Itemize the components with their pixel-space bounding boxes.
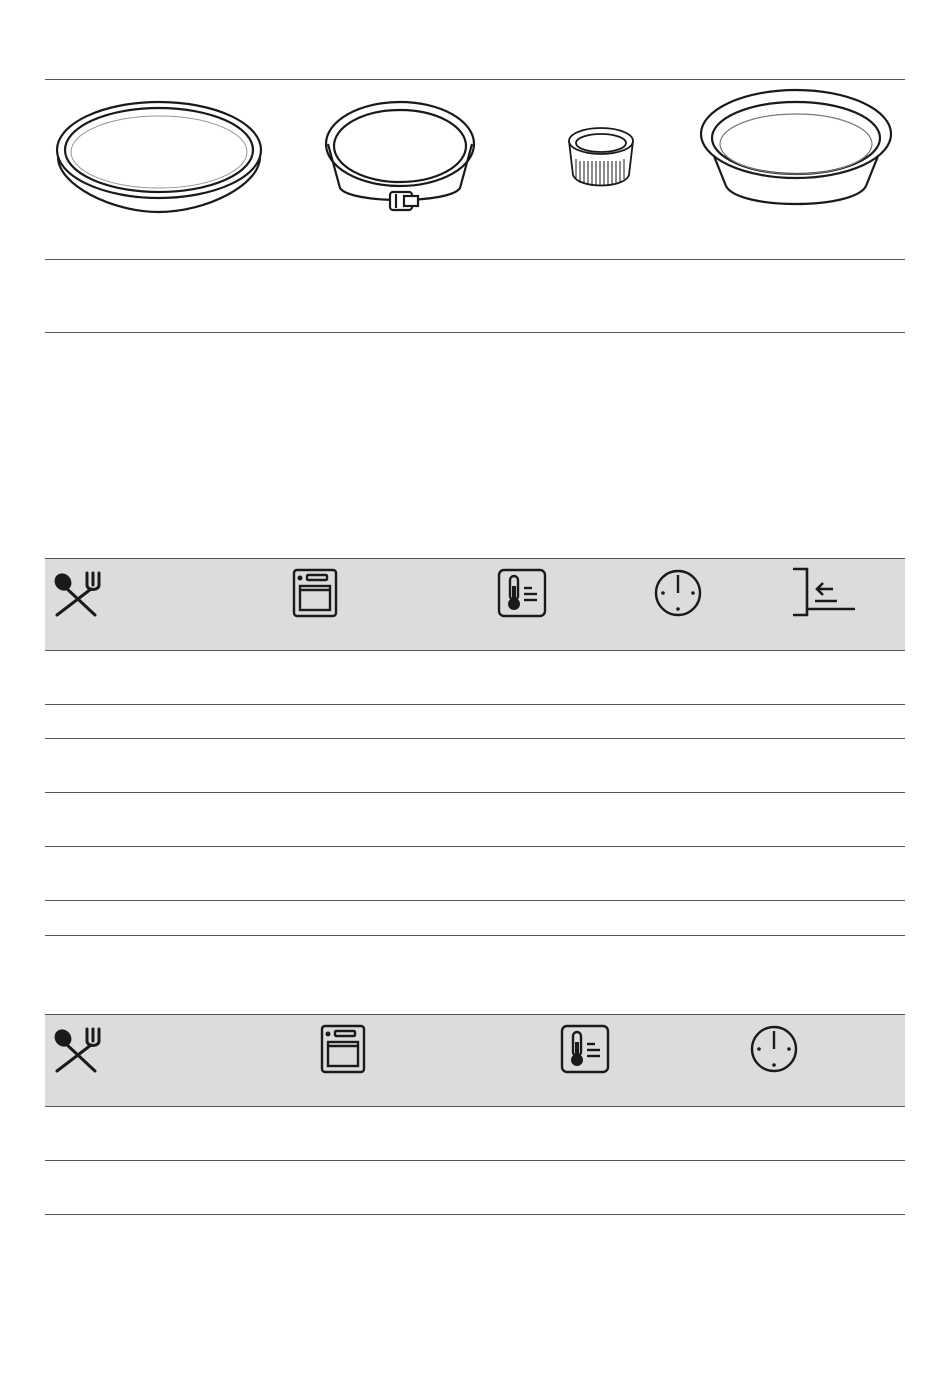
table-row bbox=[45, 901, 905, 936]
oven-function-icon bbox=[292, 568, 338, 618]
food-icon bbox=[54, 571, 101, 617]
food-icon bbox=[54, 1027, 101, 1073]
table-row bbox=[45, 739, 905, 793]
temperature-icon bbox=[497, 568, 547, 618]
temperature-icon bbox=[560, 1024, 610, 1074]
bakeware-bottom-rule bbox=[45, 332, 905, 333]
table-row bbox=[45, 651, 905, 705]
time-icon bbox=[750, 1025, 798, 1073]
settings-table-1 bbox=[45, 558, 905, 936]
ramekin-icon bbox=[568, 127, 634, 187]
settings-table-2 bbox=[45, 1014, 905, 1215]
oven-function-icon bbox=[320, 1024, 366, 1074]
table-row bbox=[45, 1107, 905, 1161]
table-row bbox=[45, 793, 905, 847]
table-header bbox=[45, 558, 905, 651]
bakeware-divider bbox=[45, 259, 905, 260]
table-row bbox=[45, 847, 905, 901]
table-header bbox=[45, 1014, 905, 1107]
deep-pie-dish-icon bbox=[699, 88, 893, 206]
table-row bbox=[45, 705, 905, 739]
top-rule bbox=[45, 79, 905, 80]
flan-tin-icon bbox=[55, 100, 263, 214]
shelf-position-icon bbox=[793, 567, 855, 617]
time-icon bbox=[654, 569, 702, 617]
table-row bbox=[45, 1161, 905, 1215]
springform-tin-icon bbox=[324, 100, 476, 212]
